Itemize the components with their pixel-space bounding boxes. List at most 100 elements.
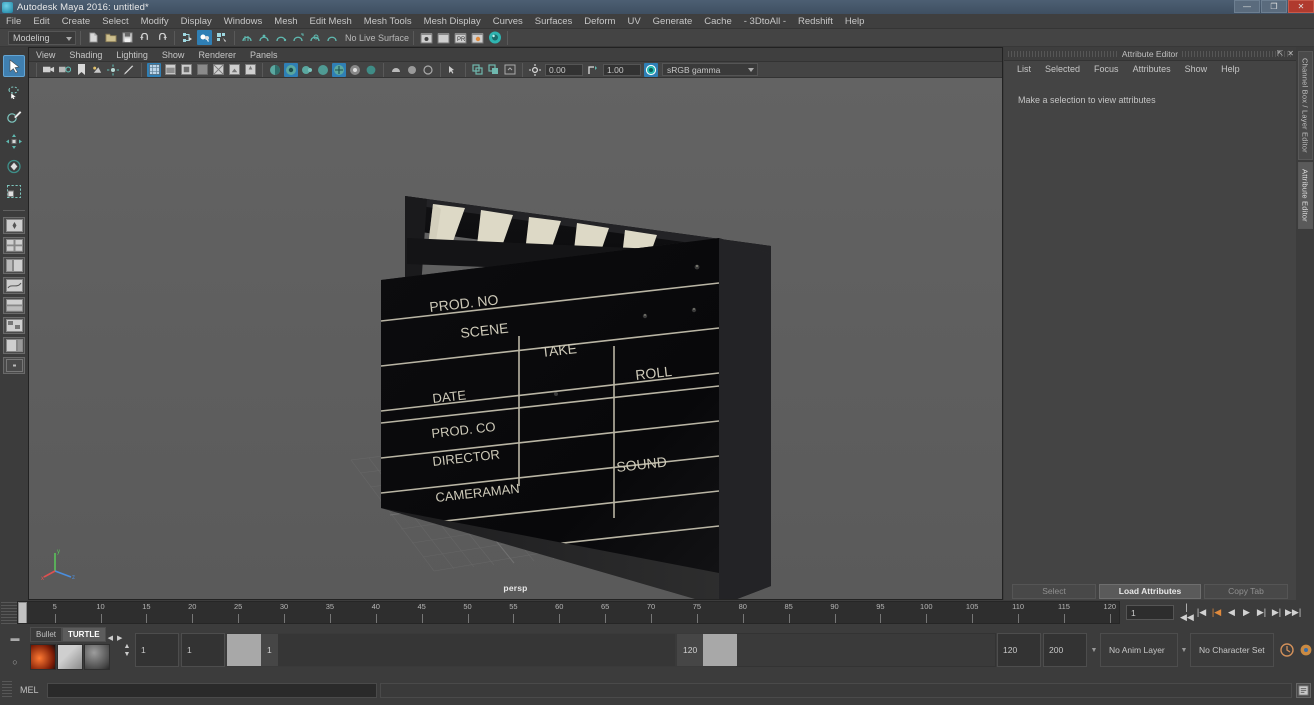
save-scene-icon[interactable] xyxy=(120,30,135,45)
character-set-selector[interactable]: No Character Set xyxy=(1190,633,1274,667)
menu-windows[interactable]: Windows xyxy=(218,14,269,29)
side-tab-channel-box-layer-editor[interactable]: Channel Box / Layer Editor xyxy=(1297,51,1313,160)
attr-menu-attributes[interactable]: Attributes xyxy=(1126,64,1178,74)
paint-select-tool-button[interactable] xyxy=(3,105,25,127)
use-lights-icon[interactable] xyxy=(243,63,257,77)
scale-tool-button[interactable] xyxy=(3,180,25,202)
shaded-wireframe-icon[interactable] xyxy=(211,63,225,77)
select-object-icon[interactable] xyxy=(197,30,212,45)
play-backwards-button[interactable]: ◀ xyxy=(1225,607,1238,618)
menu-mesh-display[interactable]: Mesh Display xyxy=(418,14,487,29)
menu-modify[interactable]: Modify xyxy=(135,14,175,29)
screen-space-ao-icon[interactable] xyxy=(284,62,298,77)
wireframe-icon[interactable] xyxy=(147,62,161,77)
shelf-tab-turtle[interactable]: TURTLE xyxy=(62,627,106,642)
shelf-next-icon[interactable]: ▶ xyxy=(115,634,124,642)
lighting-toggle-icon[interactable] xyxy=(421,63,435,77)
character-set-caret-icon[interactable]: ▼ xyxy=(1178,647,1190,654)
select-button[interactable]: Select xyxy=(1012,583,1096,599)
layout-persp-graph-editor-button[interactable] xyxy=(3,277,25,294)
playback-end-time-field[interactable]: 120 xyxy=(997,633,1041,667)
xray-active-components-icon[interactable] xyxy=(405,63,419,77)
flat-shade-icon[interactable] xyxy=(195,63,209,77)
multisample-icon[interactable] xyxy=(316,63,330,77)
shelf-prev-icon[interactable]: ◀ xyxy=(106,634,115,642)
copy-tab-button[interactable]: Copy Tab xyxy=(1204,583,1288,599)
menu-uv[interactable]: UV xyxy=(621,14,646,29)
select-tool-button[interactable] xyxy=(3,55,25,77)
exposure-icon[interactable] xyxy=(528,63,542,77)
maximize-button[interactable]: ❐ xyxy=(1261,0,1287,13)
snap-to-curve-icon[interactable] xyxy=(257,30,272,45)
attr-menu-show[interactable]: Show xyxy=(1178,64,1215,74)
select-camera-icon[interactable] xyxy=(42,63,56,77)
step-back-frame-button[interactable]: |◀ xyxy=(1210,607,1223,618)
clapperboard-scene[interactable]: PROD. NO SCENE TAKE ROLL DATE PROD. CO D… xyxy=(29,78,1002,599)
viewport-menu-show[interactable]: Show xyxy=(155,48,192,62)
gamma-value-field[interactable]: 1.00 xyxy=(603,63,641,76)
camera-attributes-icon[interactable] xyxy=(58,63,72,77)
render-view-icon[interactable] xyxy=(487,30,502,45)
viewport-menu-renderer[interactable]: Renderer xyxy=(191,48,243,62)
layout-single-perspective-button[interactable] xyxy=(3,217,25,234)
layout-persp-outliner-button[interactable] xyxy=(3,257,25,274)
step-back-key-button[interactable]: |◀ xyxy=(1195,607,1208,618)
menu-surfaces[interactable]: Surfaces xyxy=(529,14,579,29)
make-live-icon[interactable] xyxy=(325,30,340,45)
viewport-menu-shading[interactable]: Shading xyxy=(62,48,109,62)
rotate-tool-button[interactable] xyxy=(3,155,25,177)
shelf-tab-bullet[interactable]: Bullet xyxy=(30,627,63,642)
go-to-start-button[interactable]: |◀◀ xyxy=(1180,602,1194,623)
grease-pencil-icon[interactable] xyxy=(122,63,136,77)
snap-to-grid-icon[interactable] xyxy=(240,30,255,45)
select-by-component-icon[interactable] xyxy=(446,63,460,77)
color-management-icon[interactable] xyxy=(644,62,658,77)
attr-menu-selected[interactable]: Selected xyxy=(1038,64,1087,74)
exposure-value-field[interactable]: 0.00 xyxy=(545,63,583,76)
command-input-field[interactable] xyxy=(46,682,377,698)
toggle-grid-icon[interactable] xyxy=(503,63,517,77)
xray-icon[interactable] xyxy=(364,63,378,77)
layout-two-stacked-panes-button[interactable] xyxy=(3,297,25,314)
texture-hardware-icon[interactable] xyxy=(471,63,485,77)
undo-icon[interactable] xyxy=(137,30,152,45)
menu-set-selector[interactable]: Modeling xyxy=(8,30,76,45)
play-forwards-button[interactable]: ▶ xyxy=(1240,607,1253,618)
shelf-icon-turtle-sphere[interactable] xyxy=(84,644,110,670)
menu-cache[interactable]: Cache xyxy=(698,14,737,29)
viewport-menu-view[interactable]: View xyxy=(29,48,62,62)
close-button[interactable]: ✕ xyxy=(1288,0,1314,13)
time-slider-grip[interactable] xyxy=(1,601,17,624)
range-end-segment[interactable]: 120 xyxy=(676,633,738,667)
shadows-icon[interactable] xyxy=(268,63,282,77)
shelf-scroll-up-icon[interactable]: ▲ xyxy=(124,643,131,650)
2d-pan-zoom-icon[interactable] xyxy=(106,63,120,77)
animation-preferences-icon[interactable] xyxy=(1298,642,1314,658)
layout-persp-blank-button[interactable] xyxy=(3,357,25,374)
step-forward-frame-button[interactable]: ▶| xyxy=(1255,607,1268,618)
menu-edit[interactable]: Edit xyxy=(27,14,55,29)
new-scene-icon[interactable] xyxy=(86,30,101,45)
menu-mesh-tools[interactable]: Mesh Tools xyxy=(358,14,418,29)
minimize-button[interactable]: — xyxy=(1234,0,1260,13)
select-component-icon[interactable] xyxy=(214,30,229,45)
menu-edit-mesh[interactable]: Edit Mesh xyxy=(304,14,358,29)
menu-curves[interactable]: Curves xyxy=(487,14,529,29)
snap-to-view-plane-icon[interactable] xyxy=(308,30,323,45)
open-scene-icon[interactable] xyxy=(103,30,118,45)
time-slider[interactable]: 5 10 15 20 25 30 35 40 45 50 55 60 65 70 75 80 85 90 95 100… xyxy=(17,601,1120,624)
menu-display[interactable]: Display xyxy=(175,14,218,29)
smooth-shade-selected-icon[interactable] xyxy=(179,63,193,77)
ipr-render-icon[interactable] xyxy=(436,30,451,45)
textured-icon[interactable] xyxy=(227,63,241,77)
menu-help[interactable]: Help xyxy=(839,14,871,29)
texture-filtering-icon[interactable] xyxy=(487,63,501,77)
shelf-icon-turtle-bake[interactable] xyxy=(57,644,83,670)
layout-persp-hypershade-button[interactable] xyxy=(3,317,25,334)
command-line-grip[interactable] xyxy=(2,681,12,699)
shelf-scroll-down-icon[interactable]: ▼ xyxy=(124,651,131,658)
range-slider-bar[interactable] xyxy=(277,634,675,666)
auto-keyframe-icon[interactable] xyxy=(1279,642,1295,658)
close-icon[interactable]: ✕ xyxy=(1287,49,1294,58)
range-slider-track-right[interactable] xyxy=(736,633,996,667)
